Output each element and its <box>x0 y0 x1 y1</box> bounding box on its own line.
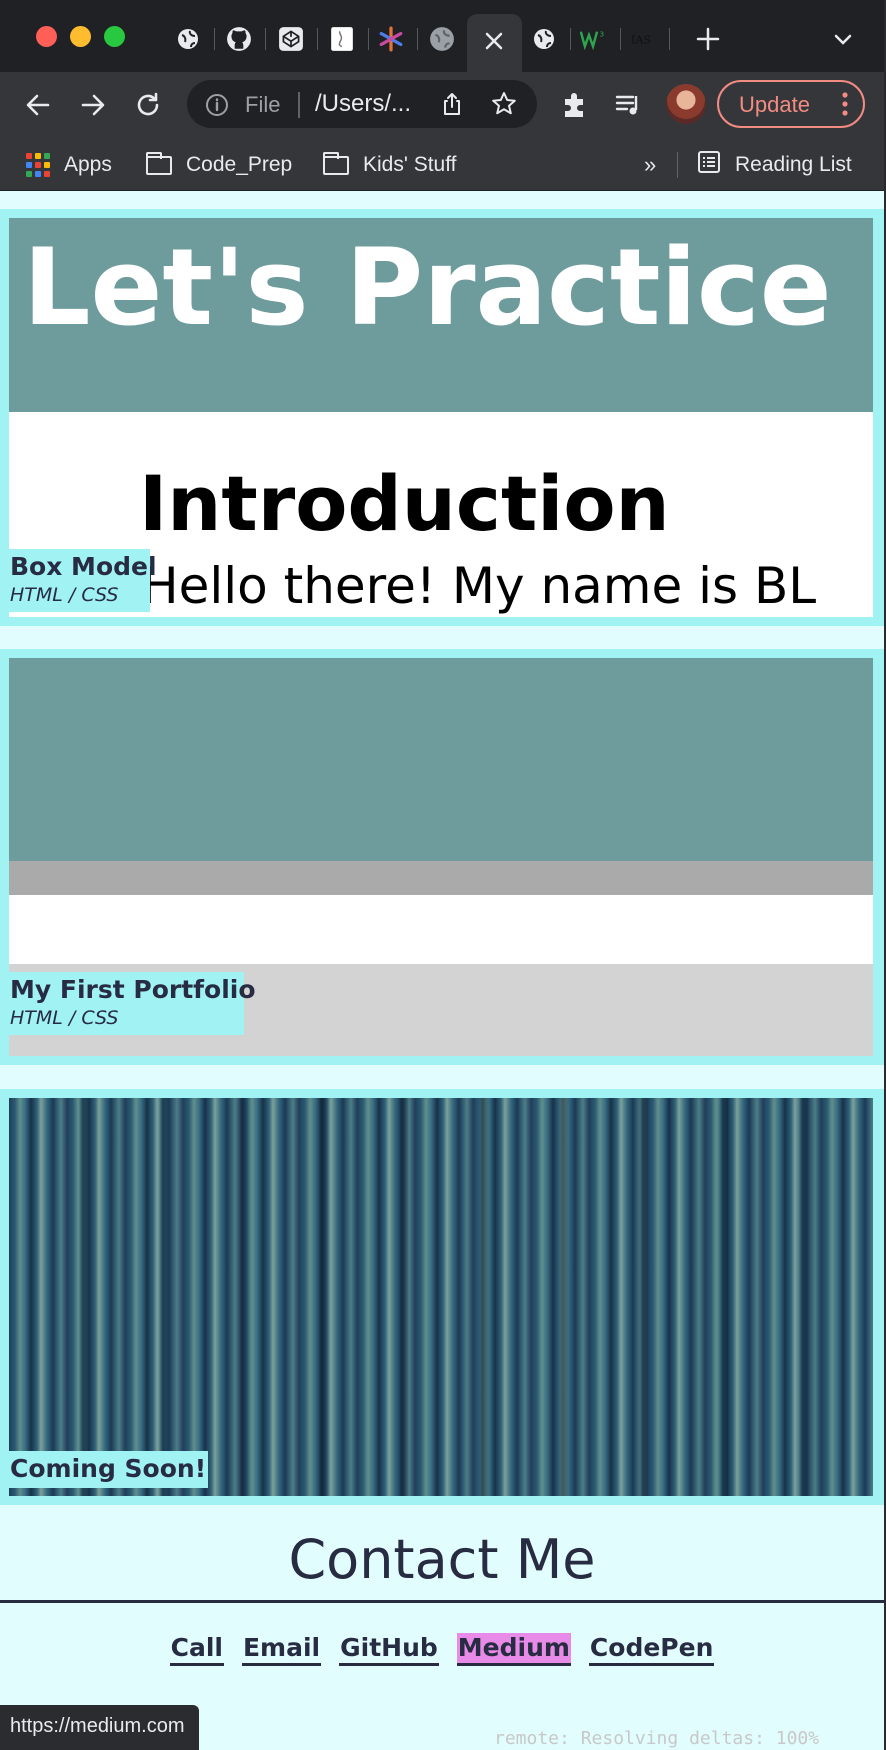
folder-icon <box>146 151 172 175</box>
contact-link-call[interactable]: Call <box>169 1633 224 1666</box>
bookmark-apps[interactable]: Apps <box>26 150 112 180</box>
project-thumbnail[interactable]: Coming Soon! <box>9 1098 873 1496</box>
thumbnail-header: Let's Practice <box>9 218 873 412</box>
project-title: My First Portfolio <box>10 975 256 1004</box>
reload-icon[interactable] <box>134 91 162 119</box>
chevron-down-icon[interactable] <box>830 26 856 52</box>
divider <box>0 1600 884 1603</box>
contact-link-github[interactable]: GitHub <box>339 1633 439 1666</box>
thumbnail-paragraph: Hello there! My name is BL <box>141 557 817 615</box>
project-thumbnail[interactable]: Let's Practice Introduction Hello there!… <box>9 218 873 617</box>
bookmark-code-prep[interactable]: Code_Prep <box>146 150 292 180</box>
project-card-coming-soon[interactable]: Coming Soon! <box>0 1089 884 1505</box>
thumbnail-heading: Introduction <box>139 459 670 548</box>
globe-icon[interactable] <box>531 26 557 52</box>
tab-strip: 3 IAS <box>0 0 884 72</box>
bookmark-label: Kids' Stuff <box>363 153 457 176</box>
bookmark-label: Apps <box>64 153 112 176</box>
forward-arrow-icon[interactable] <box>79 91 107 119</box>
profile-avatar[interactable] <box>666 84 706 124</box>
share-icon[interactable] <box>439 91 465 121</box>
extensions-puzzle-icon[interactable] <box>560 90 590 120</box>
bookmark-star-icon[interactable] <box>491 91 517 121</box>
globe-icon[interactable] <box>175 26 201 52</box>
close-window-button[interactable] <box>36 26 57 47</box>
new-tab-plus-icon[interactable] <box>695 26 721 52</box>
project-label: My First Portfolio HTML / CSS <box>9 972 256 1035</box>
terminal-text: remote: Resolving deltas: 100% <box>494 1728 820 1749</box>
back-arrow-icon[interactable] <box>24 91 52 119</box>
project-card-first-portfolio[interactable]: My First Portfolio HTML / CSS <box>0 649 884 1065</box>
project-title: Box Model <box>10 552 157 581</box>
github-icon[interactable] <box>226 26 252 52</box>
browser-window: 3 IAS File /Users/... Update Apps Code_P… <box>0 0 886 1750</box>
update-button-label: Update <box>739 92 810 117</box>
bookmarks-bar: Apps Code_Prep Kids' Stuff » Reading Lis… <box>0 140 884 191</box>
project-label: Coming Soon! <box>9 1451 209 1488</box>
project-title: Coming Soon! <box>10 1454 207 1483</box>
bookmark-label: Code_Prep <box>186 153 293 176</box>
asterisk-icon[interactable] <box>378 26 404 52</box>
address-bar[interactable]: File /Users/... <box>187 80 537 128</box>
tab-active[interactable] <box>467 14 522 72</box>
svg-text:3: 3 <box>600 30 605 39</box>
info-icon[interactable] <box>205 93 229 121</box>
doc-icon[interactable] <box>329 26 355 52</box>
contact-link-codepen[interactable]: CodePen <box>588 1633 715 1666</box>
kebab-menu-icon[interactable] <box>841 91 849 123</box>
reading-list-icon <box>697 150 721 180</box>
project-card-box-model[interactable]: Let's Practice Introduction Hello there!… <box>0 209 884 626</box>
contact-link-email[interactable]: Email <box>241 1633 322 1666</box>
url-scheme-label: File <box>245 92 281 117</box>
bookmark-kids-stuff[interactable]: Kids' Stuff <box>323 150 457 180</box>
bookmarks-overflow-button[interactable]: » <box>644 150 656 180</box>
update-button[interactable]: Update <box>717 80 865 128</box>
project-tech: HTML / CSS <box>10 584 119 606</box>
zoom-window-button[interactable] <box>104 26 125 47</box>
project-label: Box Model HTML / CSS <box>9 549 157 612</box>
metal-texture-image <box>9 1098 873 1496</box>
contact-links: Call Email GitHub Medium CodePen <box>0 1633 884 1666</box>
status-bar-url: https://medium.com <box>0 1705 199 1750</box>
project-thumbnail[interactable]: My First Portfolio HTML / CSS <box>9 658 873 1056</box>
url-text[interactable]: /Users/... <box>315 90 411 118</box>
codepen-icon[interactable] <box>278 26 304 52</box>
reading-list-label: Reading List <box>735 153 852 176</box>
contact-link-medium[interactable]: Medium <box>456 1633 571 1666</box>
svg-text:IAS: IAS <box>631 33 651 46</box>
globe-icon[interactable] <box>429 26 455 52</box>
ias-icon[interactable]: IAS <box>630 26 656 52</box>
media-queue-icon[interactable] <box>614 90 644 120</box>
browser-toolbar: File /Users/... Update <box>0 72 884 140</box>
page-content: Let's Practice Introduction Hello there!… <box>0 191 884 1750</box>
apps-grid-icon <box>26 153 50 177</box>
w3-icon[interactable]: 3 <box>580 26 606 52</box>
project-tech: HTML / CSS <box>10 1007 119 1029</box>
reading-list-button[interactable]: Reading List <box>697 150 852 180</box>
folder-icon <box>323 151 349 175</box>
close-icon[interactable] <box>483 30 505 56</box>
contact-title: Contact Me <box>288 1528 596 1591</box>
thumbnail-header-text: Let's Practice <box>23 226 832 349</box>
minimize-window-button[interactable] <box>70 26 91 47</box>
